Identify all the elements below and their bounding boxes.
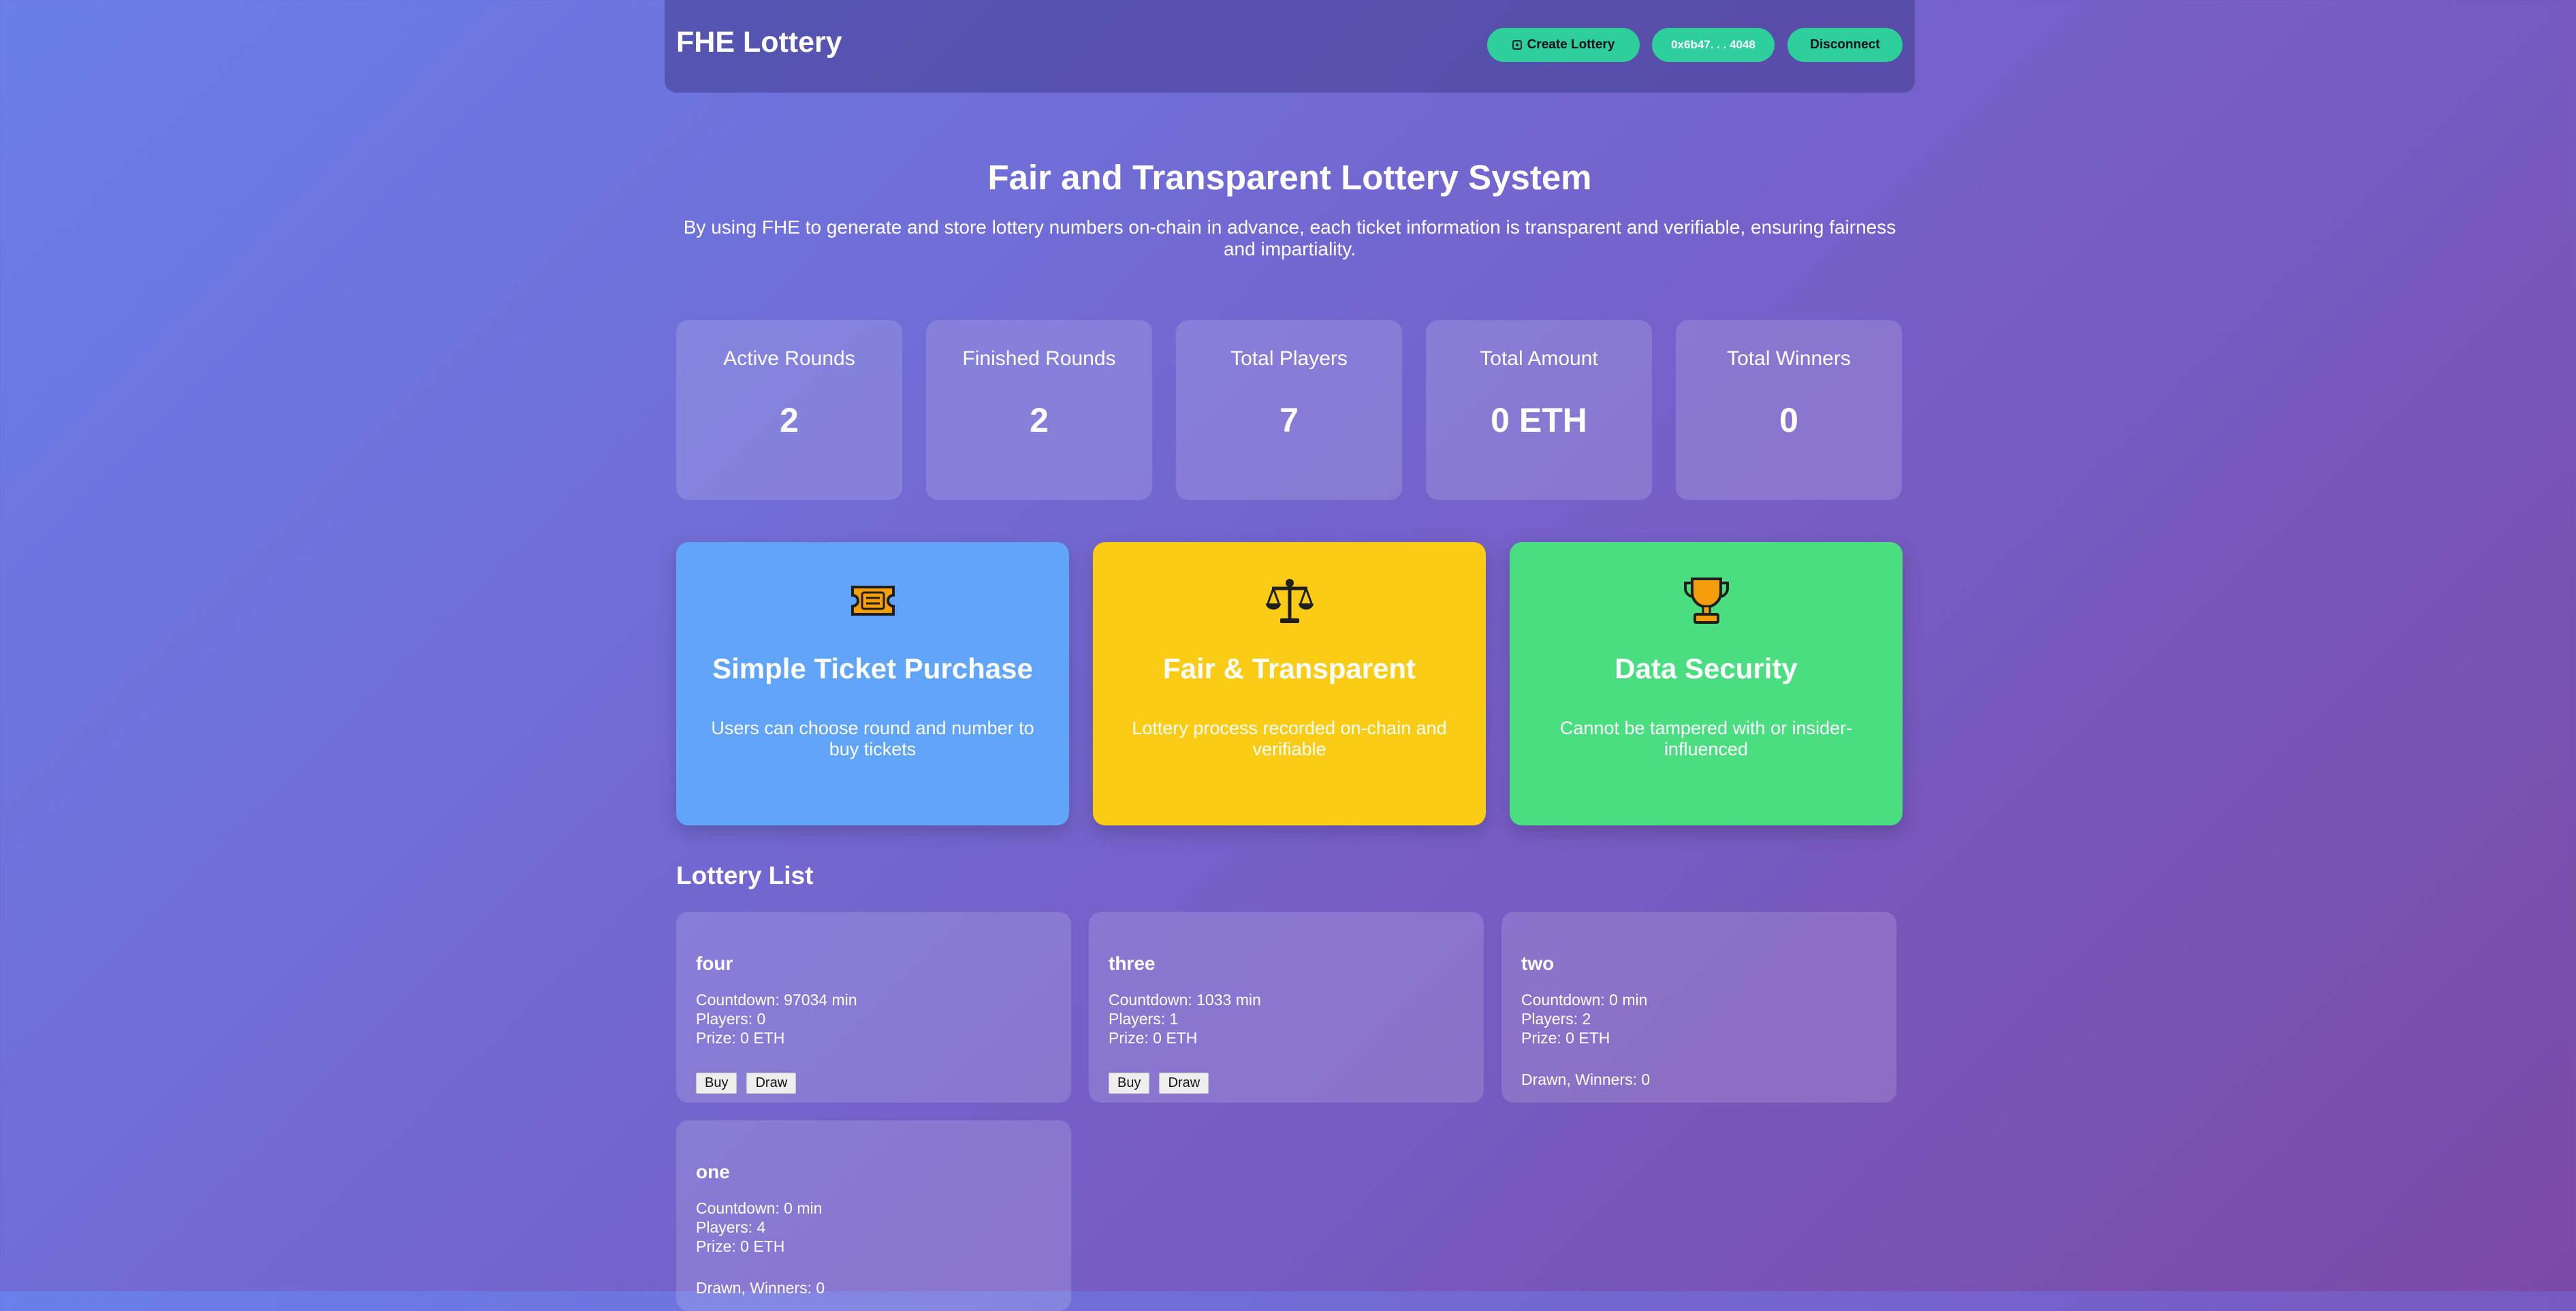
feature-desc: Lottery process recorded on-chain and ve… [1132,718,1447,759]
stat-active-rounds: Active Rounds 2 [676,320,902,500]
stat-label: Active Rounds [723,347,855,370]
lottery-prize: Prize: 0 ETH [1521,1029,1610,1047]
stat-value: 2 [1030,401,1049,439]
wallet-address-button[interactable]: 0x6b47. . . 4048 [1652,28,1775,62]
stat-value: 2 [780,401,799,439]
lottery-status: Drawn, Winners: 0 [1521,1071,1651,1088]
features-row: Simple Ticket Purchase Users can choose … [665,542,1915,825]
stat-label: Finished Rounds [962,347,1116,370]
lottery-info: Countdown: 0 min Players: 4 Prize: 0 ETH [696,1199,822,1256]
create-lottery-button[interactable]: Create Lottery [1487,28,1640,62]
lottery-countdown: Countdown: 0 min [696,1199,823,1217]
feature-desc: Cannot be tampered with or insider-influ… [1559,718,1853,759]
stat-label: Total Amount [1480,347,1598,370]
stat-total-players: Total Players 7 [1176,320,1402,500]
lottery-prize: Prize: 0 ETH [1109,1029,1198,1047]
feature-card-fair: Fair & Transparent Lottery process recor… [1093,542,1486,825]
feature-title: Data Security [1615,652,1798,684]
lottery-players: Players: 4 [696,1218,766,1236]
buy-button[interactable]: Buy [696,1073,737,1094]
lottery-countdown: Countdown: 1033 min [1109,991,1261,1009]
hero-section: Fair and Transparent Lottery System By u… [665,157,1915,260]
feature-card-ticket: Simple Ticket Purchase Users can choose … [676,542,1069,825]
lottery-name: three [1109,953,1156,974]
buy-button[interactable]: Buy [1109,1073,1150,1094]
stat-label: Total Players [1230,347,1348,370]
draw-button[interactable]: Draw [1159,1073,1209,1094]
stat-total-amount: Total Amount 0 ETH [1426,320,1652,500]
lottery-name: two [1521,953,1555,974]
stat-value: 0 ETH [1491,401,1587,439]
lottery-card: two Countdown: 0 min Players: 2 Prize: 0… [1501,912,1896,1103]
lottery-name: four [696,953,733,974]
lottery-card: four Countdown: 97034 min Players: 0 Pri… [676,912,1071,1103]
lottery-players: Players: 1 [1109,1010,1179,1028]
disconnect-button[interactable]: Disconnect [1787,28,1903,62]
header: FHE Lottery Create Lottery 0x6b47. . . 4… [665,0,1915,93]
draw-button[interactable]: Draw [746,1073,797,1094]
lottery-actions: Buy Draw [1109,1073,1209,1094]
lottery-countdown: Countdown: 0 min [1521,991,1648,1009]
lottery-info: Countdown: 97034 min Players: 0 Prize: 0… [696,990,857,1047]
hero-title: Fair and Transparent Lottery System [987,158,1592,197]
page-container: FHE Lottery Create Lottery 0x6b47. . . 4… [665,0,1915,1311]
feature-card-security: Data Security Cannot be tampered with or… [1510,542,1903,825]
feature-title: Simple Ticket Purchase [712,652,1033,684]
lottery-countdown: Countdown: 97034 min [696,991,857,1009]
create-lottery-label: Create Lottery [1527,37,1615,52]
dice-icon [1512,40,1522,50]
lottery-info: Countdown: 0 min Players: 2 Prize: 0 ETH [1521,990,1647,1047]
lottery-actions: Buy Draw [696,1073,797,1094]
lottery-players: Players: 0 [696,1010,766,1028]
lottery-name: one [696,1161,730,1182]
hero-subtitle: By using FHE to generate and store lotte… [683,217,1896,259]
scales-icon [1093,573,1486,628]
lottery-info: Countdown: 1033 min Players: 1 Prize: 0 … [1109,990,1261,1047]
trophy-icon [1510,573,1903,628]
feature-desc: Users can choose round and number to buy… [711,718,1034,759]
lottery-card: three Countdown: 1033 min Players: 1 Pri… [1089,912,1484,1103]
stat-label: Total Winners [1727,347,1851,370]
lottery-prize: Prize: 0 ETH [696,1237,785,1255]
lottery-status: Drawn, Winners: 0 [696,1279,825,1297]
stats-row: Active Rounds 2 Finished Rounds 2 Total … [665,320,1915,500]
stat-finished-rounds: Finished Rounds 2 [926,320,1152,500]
stat-value: 0 [1779,401,1798,439]
lottery-players: Players: 2 [1521,1010,1591,1028]
ticket-icon [676,573,1069,628]
stat-value: 7 [1279,401,1299,439]
lottery-list-title: Lottery List [676,862,814,889]
stat-total-winners: Total Winners 0 [1676,320,1902,500]
feature-title: Fair & Transparent [1162,652,1416,684]
lottery-prize: Prize: 0 ETH [696,1029,785,1047]
lottery-card: one Countdown: 0 min Players: 4 Prize: 0… [676,1120,1071,1311]
app-title: FHE Lottery [676,26,842,59]
